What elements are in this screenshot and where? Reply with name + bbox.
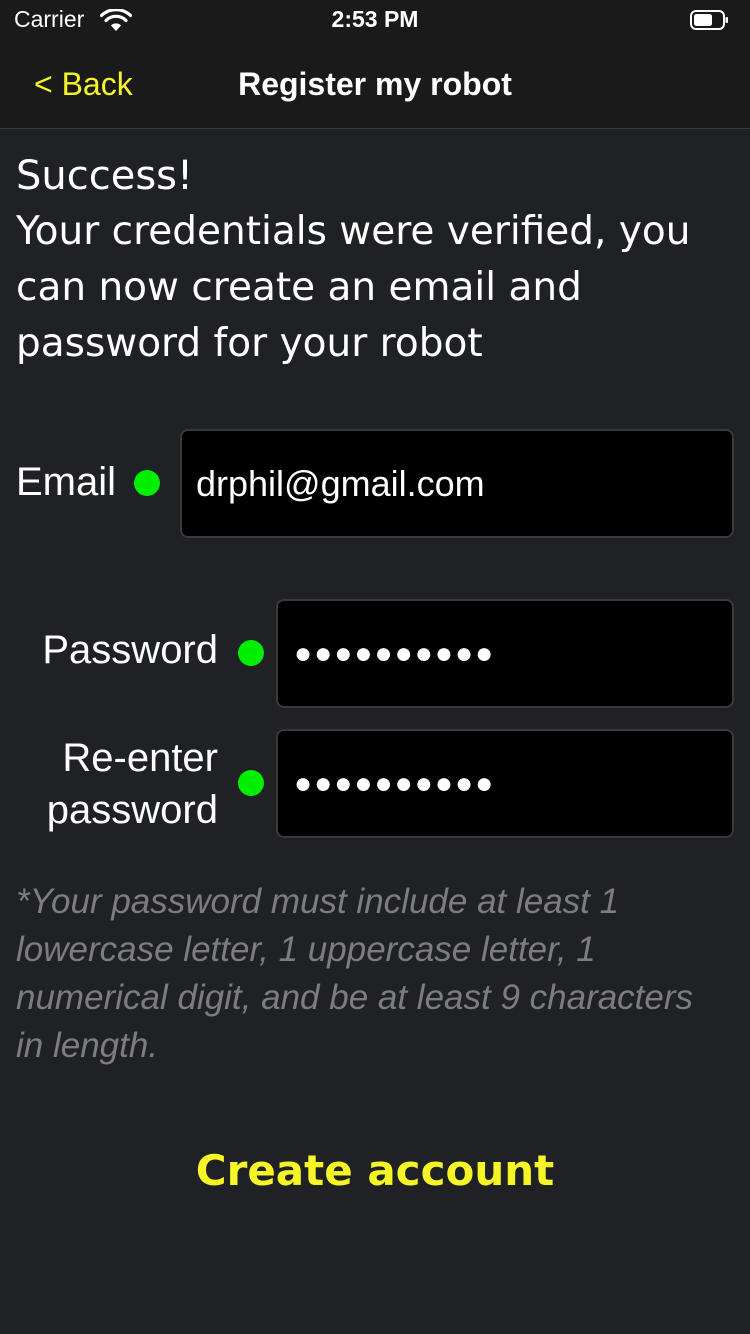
reenter-password-mask: ●●●●●●●●●● <box>294 767 496 800</box>
email-field[interactable] <box>180 429 734 538</box>
battery-icon <box>690 10 728 30</box>
password-valid-indicator-icon <box>238 640 264 666</box>
clock: 2:53 PM <box>331 6 419 32</box>
status-bar: Carrier 2:53 PM <box>0 0 750 40</box>
navigation-bar: < Back Register my robot <box>0 40 750 129</box>
password-label: Password <box>42 628 218 672</box>
success-heading: Success! <box>16 153 194 199</box>
success-message: Your credentials were verified, you can … <box>16 209 691 366</box>
reenter-valid-indicator-icon <box>238 770 264 796</box>
email-label: Email <box>16 460 117 504</box>
page-title: Register my robot <box>238 66 512 102</box>
email-valid-indicator-icon <box>134 470 160 496</box>
password-requirements-hint: *Your password must include at least 1 l… <box>16 882 694 1065</box>
reenter-password-label: Re-enter password <box>46 736 218 832</box>
password-mask: ●●●●●●●●●● <box>294 637 496 670</box>
create-account-button[interactable]: Create account <box>0 1146 750 1195</box>
reenter-password-field[interactable]: ●●●●●●●●●● <box>276 729 734 838</box>
password-field[interactable]: ●●●●●●●●●● <box>276 599 734 708</box>
